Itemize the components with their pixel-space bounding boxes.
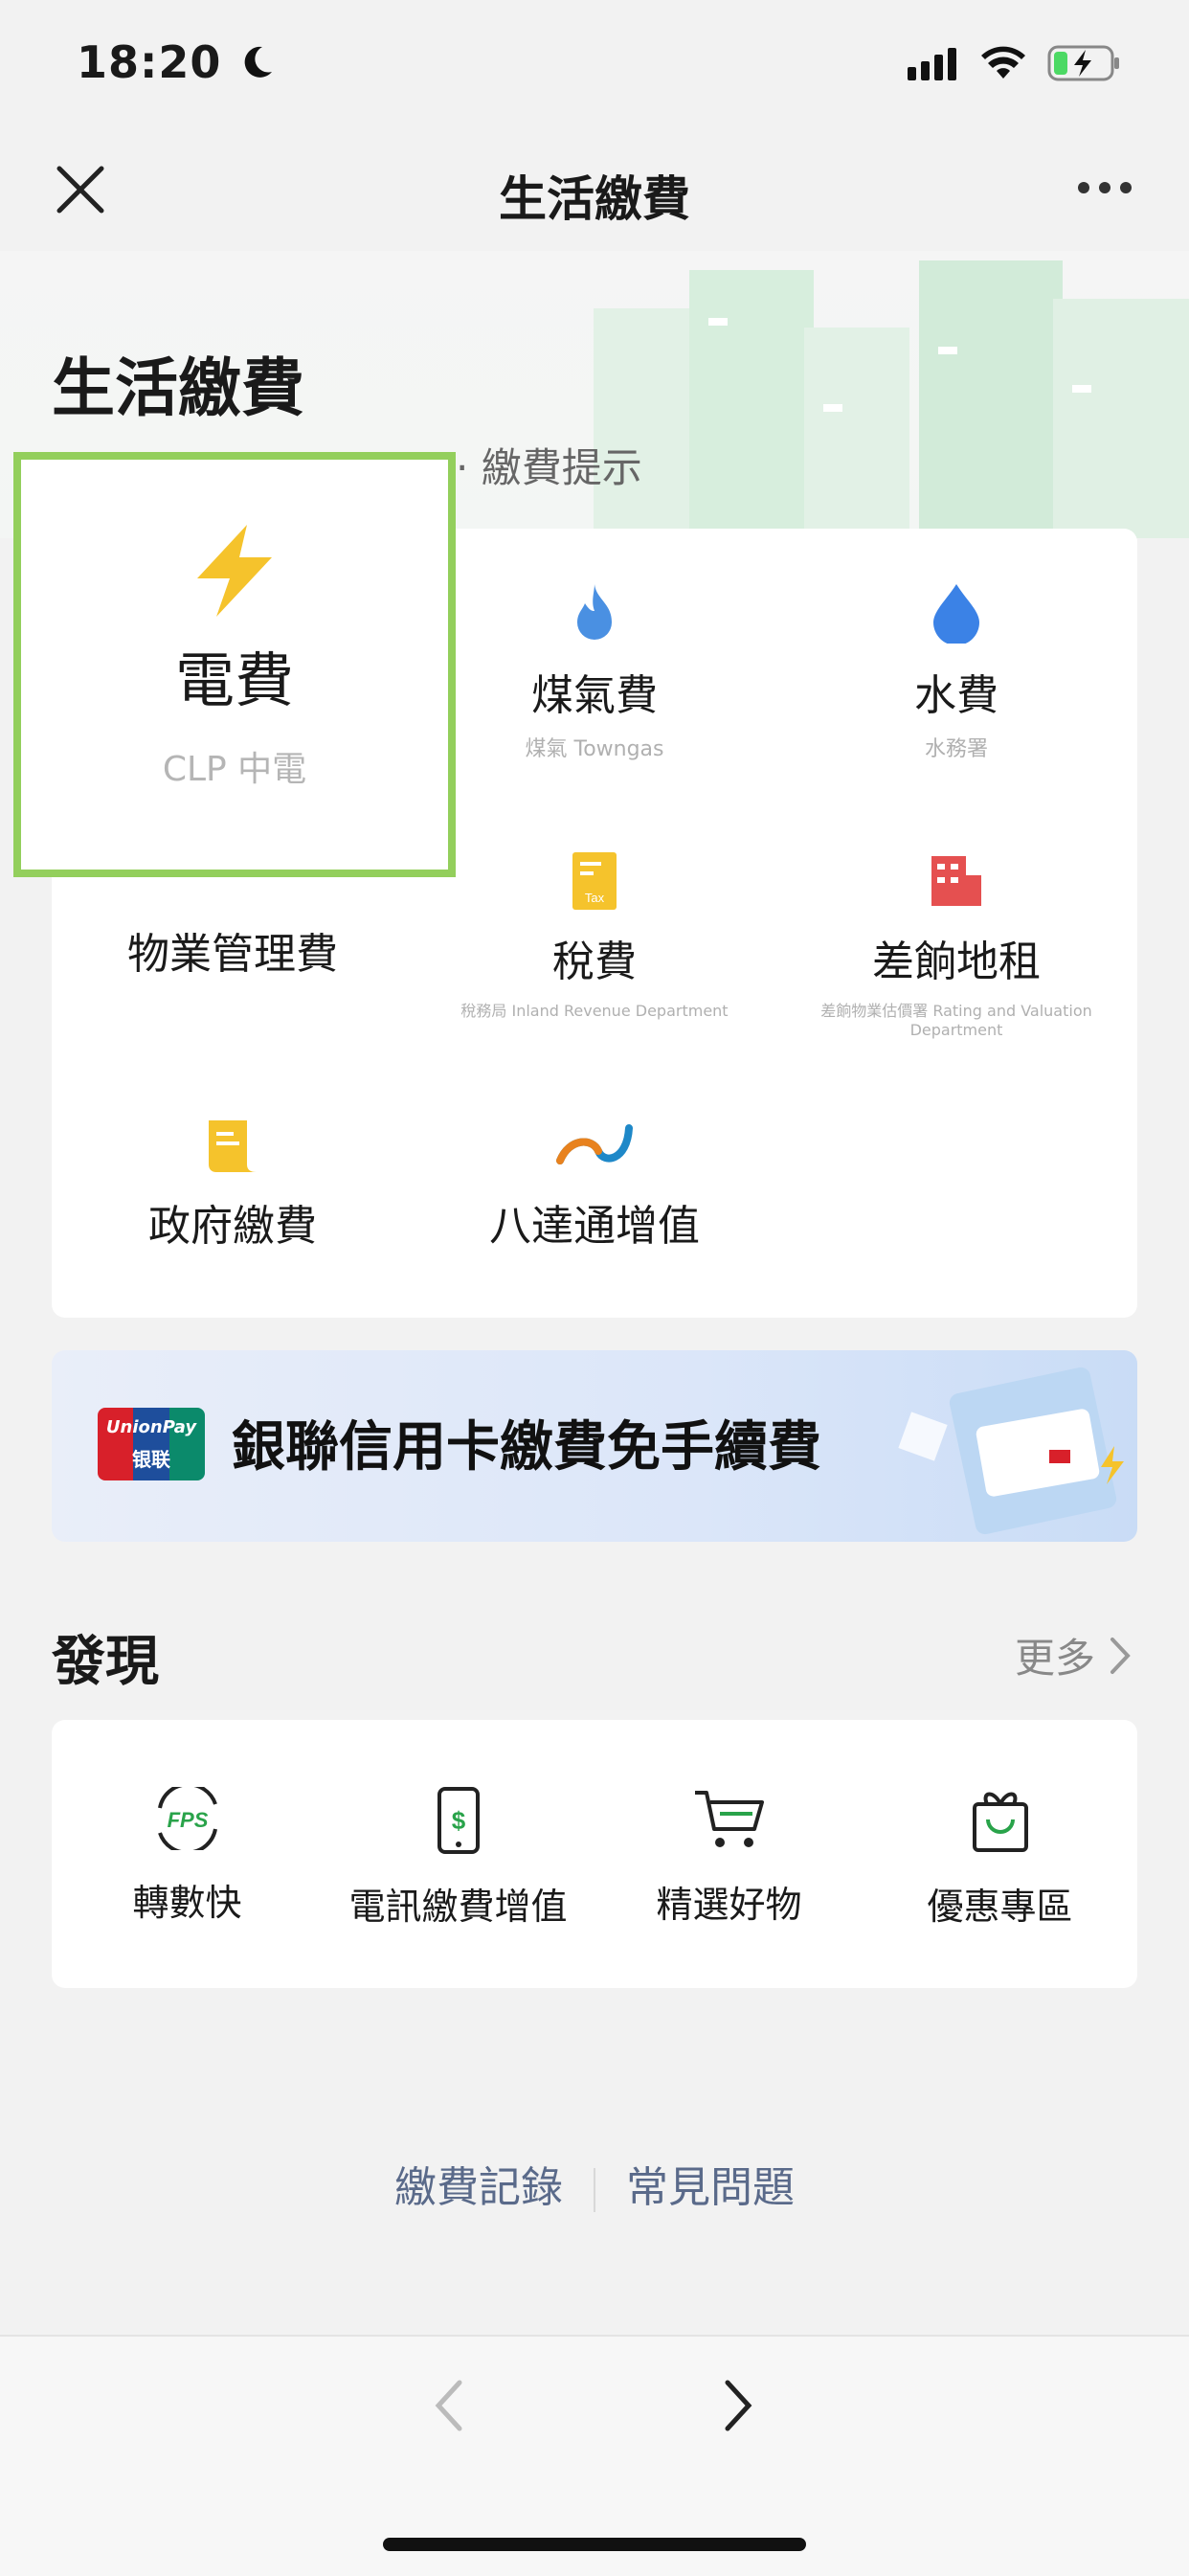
service-label: 水費 (914, 671, 998, 720)
more-label: 更多 (1014, 1635, 1095, 1682)
forward-button[interactable] (724, 2379, 754, 2436)
fps-icon: FPS (157, 1782, 217, 1855)
discover-card: FPS 轉數快 $ 電訊繳費增值 精選好物 優惠專區 (52, 1720, 1137, 1988)
page-title: 生活繳費 (52, 351, 304, 425)
unionpay-logo-text: UnionPay (105, 1417, 197, 1437)
tax-icon: Tax (572, 852, 617, 910)
svg-text:Tax: Tax (585, 891, 605, 905)
service-government[interactable]: 政府繳費 (52, 1119, 414, 1253)
ellipsis-icon (1078, 182, 1132, 193)
unionpay-banner[interactable]: UnionPay 银联 銀聯信用卡繳費免手續費 (52, 1350, 1137, 1542)
unionpay-logo: UnionPay 银联 (98, 1408, 205, 1480)
service-org: 差餉物業估價署 Rating and Valuation Department (820, 1002, 1092, 1039)
water-drop-icon (933, 584, 979, 645)
octopus-icon (556, 1124, 633, 1164)
service-org: 稅務局 Inland Revenue Department (460, 1002, 729, 1020)
svg-text:FPS: FPS (167, 1808, 208, 1832)
wifi-icon (981, 46, 1025, 79)
svg-text:$: $ (451, 1806, 465, 1835)
unionpay-logo-cn: 银联 (132, 1448, 170, 1471)
discover-item-shop[interactable]: 精選好物 (594, 1787, 864, 1928)
service-water[interactable]: 水費 水務署 (775, 582, 1137, 762)
more-options-button[interactable] (1076, 180, 1133, 199)
status-icons (908, 42, 1122, 84)
service-org: 水務署 (924, 737, 988, 761)
chevron-right-icon (1110, 1637, 1131, 1674)
discover-label: 電訊繳費增值 (348, 1886, 568, 1928)
more-link[interactable]: 更多 (1015, 1626, 1132, 1684)
page-subtitle: · 繳費提示 (456, 444, 642, 491)
service-label: 煤氣費 (531, 671, 658, 720)
discover-label: 轉數快 (132, 1882, 242, 1924)
service-label: 稅費 (552, 938, 637, 986)
nav-title: 生活繳費 (499, 171, 690, 227)
payment-records-link[interactable]: 繳費記錄 (364, 2163, 594, 2212)
discover-item-offers[interactable]: 優惠專區 (864, 1787, 1135, 1930)
service-label: 差餉地租 (872, 938, 1041, 986)
service-org: 煤氣 Towngas (525, 737, 664, 761)
electricity-tile-highlight[interactable]: 電費 CLP 中電 (13, 452, 456, 877)
phone-dollar-icon: $ (437, 1787, 480, 1854)
service-label: 物業管理費 (127, 930, 338, 979)
service-label: 政府繳費 (148, 1202, 317, 1251)
footer-links: 繳費記錄 常見問題 (0, 2153, 1189, 2214)
building-icon (931, 856, 981, 906)
discover-item-fps[interactable]: FPS 轉數快 (52, 1782, 323, 1926)
flame-icon (577, 584, 612, 640)
lightning-icon (197, 525, 272, 617)
signal-icon (908, 48, 956, 80)
discover-label: 精選好物 (656, 1884, 802, 1926)
moon-icon (245, 46, 273, 78)
banner-text: 銀聯信用卡繳費免手續費 (232, 1416, 821, 1479)
battery-icon (1047, 45, 1119, 81)
electricity-org: CLP 中電 (162, 750, 307, 789)
faq-link[interactable]: 常見問題 (595, 2163, 825, 2212)
status-time: 18:20 (77, 36, 276, 88)
service-label: 八達通增值 (489, 1202, 700, 1251)
service-tax[interactable]: Tax 稅費 稅務局 Inland Revenue Department (414, 852, 775, 1021)
chevron-left-icon (435, 2380, 462, 2431)
discover-label: 優惠專區 (927, 1886, 1073, 1928)
service-rates[interactable]: 差餉地租 差餉物業估價署 Rating and Valuation Depart… (775, 852, 1137, 1039)
card-illustration (898, 1367, 1124, 1535)
service-gas[interactable]: 煤氣費 煤氣 Towngas (414, 582, 775, 762)
service-octopus[interactable]: 八達通增值 (414, 1119, 775, 1253)
document-icon (209, 1120, 257, 1172)
gift-bag-icon (972, 1792, 1028, 1852)
chevron-right-icon (725, 2380, 752, 2431)
cart-icon (694, 1791, 764, 1847)
home-indicator (383, 2538, 806, 2551)
electricity-label: 電費 (174, 645, 294, 715)
back-button[interactable] (433, 2379, 463, 2436)
discover-title: 發現 (52, 1631, 159, 1693)
discover-item-telecom[interactable]: $ 電訊繳費增值 (323, 1787, 594, 1930)
